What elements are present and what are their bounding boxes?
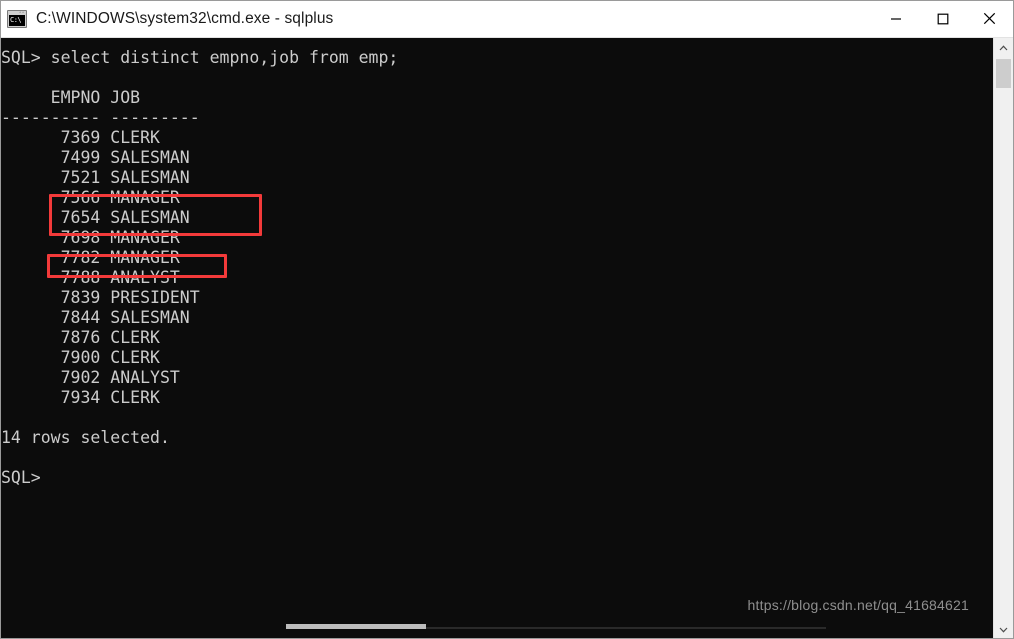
terminal-line: 7839 PRESIDENT bbox=[1, 288, 200, 307]
terminal-line: 7654 SALESMAN bbox=[1, 208, 190, 227]
terminal-line: 7521 SALESMAN bbox=[1, 168, 190, 187]
terminal-line: 7788 ANALYST bbox=[1, 268, 180, 287]
terminal-line: EMPNO JOB bbox=[1, 88, 141, 107]
title-bar[interactable]: ▫▫ C:\ C:\WINDOWS\system32\cmd.exe - sql… bbox=[1, 1, 1013, 38]
chevron-up-icon bbox=[999, 44, 1008, 50]
terminal-line: 7782 MANAGER bbox=[1, 248, 180, 267]
maximize-icon bbox=[937, 13, 948, 24]
cmd-console-icon: ▫▫ C:\ bbox=[7, 10, 27, 28]
terminal-line: 7934 CLERK bbox=[1, 388, 160, 407]
maximize-button[interactable] bbox=[919, 1, 966, 37]
vertical-scrollbar-thumb[interactable] bbox=[996, 59, 1011, 88]
terminal-line: ---------- --------- bbox=[1, 108, 200, 127]
minimize-button[interactable] bbox=[872, 1, 919, 37]
horizontal-scrollbar-thumb[interactable] bbox=[286, 624, 426, 629]
terminal-line: SQL> select distinct empno,job from emp; bbox=[1, 48, 399, 67]
scroll-down-button[interactable] bbox=[994, 620, 1013, 638]
icon-prompt-text: C:\ bbox=[9, 15, 25, 26]
terminal-line: 7900 CLERK bbox=[1, 348, 160, 367]
terminal-line: 7902 ANALYST bbox=[1, 368, 180, 387]
terminal-output-area[interactable]: SQL> select distinct empno,job from emp;… bbox=[1, 38, 993, 629]
window-controls bbox=[872, 1, 1013, 38]
window-title: C:\WINDOWS\system32\cmd.exe - sqlplus bbox=[36, 10, 334, 27]
horizontal-scrollbar-track bbox=[426, 627, 826, 629]
terminal-line: 7499 SALESMAN bbox=[1, 148, 190, 167]
vertical-scrollbar[interactable] bbox=[993, 38, 1013, 638]
terminal-line: 7566 MANAGER bbox=[1, 188, 180, 207]
watermark-url: https://blog.csdn.net/qq_41684621 bbox=[747, 597, 969, 613]
terminal-line: SQL> bbox=[1, 468, 41, 487]
terminal-line: 7844 SALESMAN bbox=[1, 308, 190, 327]
close-icon bbox=[983, 12, 996, 25]
scroll-up-button[interactable] bbox=[994, 38, 1013, 57]
minimize-icon bbox=[890, 17, 901, 20]
terminal-line: 14 rows selected. bbox=[1, 428, 170, 447]
terminal-line: 7698 MANAGER bbox=[1, 228, 180, 247]
horizontal-scrollbar[interactable] bbox=[1, 619, 993, 629]
terminal-line: 7369 CLERK bbox=[1, 128, 160, 147]
chevron-down-icon bbox=[999, 627, 1008, 633]
terminal-text: SQL> select distinct empno,job from emp;… bbox=[1, 38, 993, 488]
close-button[interactable] bbox=[966, 1, 1013, 37]
cmd-window: ▫▫ C:\ C:\WINDOWS\system32\cmd.exe - sql… bbox=[0, 0, 1014, 639]
terminal-line: 7876 CLERK bbox=[1, 328, 160, 347]
